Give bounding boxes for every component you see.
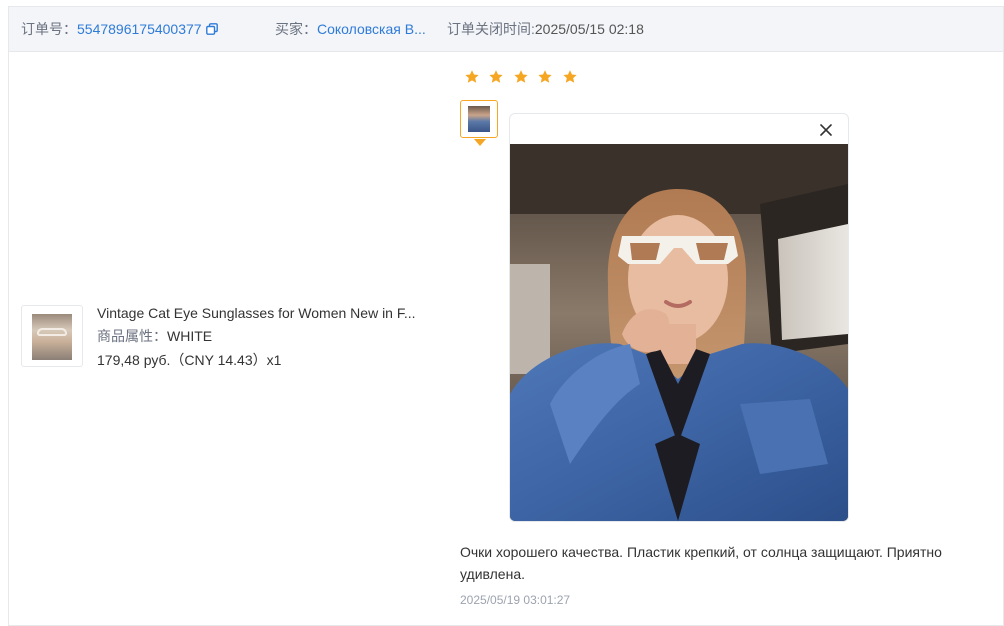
sunglasses-graphic (37, 328, 67, 336)
review-image-preview (509, 113, 849, 522)
product-price: 179,48 руб.（CNY 14.43）x1 (97, 352, 282, 368)
review-time: 2025/05/19 03:01:27 (460, 593, 571, 607)
review-text: Очки хорошего качества. Пластик крепкий,… (460, 544, 942, 582)
order-number[interactable]: 5547896175400377 (77, 21, 202, 37)
copy-icon[interactable] (205, 23, 218, 35)
product-attribute-value: WHITE (167, 328, 213, 344)
star-icon (537, 69, 553, 85)
product-title[interactable]: Vintage Cat Eye Sunglasses for Women New… (97, 305, 427, 322)
rating-stars (464, 69, 582, 85)
review-thumb-image (468, 106, 490, 132)
star-icon (464, 69, 480, 85)
product-attribute-label: 商品属性： (97, 328, 167, 344)
review-photo (510, 144, 848, 521)
closed-time-value: 2025/05/15 02:18 (534, 21, 644, 37)
product-attribute: 商品属性：WHITE (97, 328, 212, 345)
star-icon (513, 69, 529, 85)
star-icon (562, 69, 578, 85)
product-image (32, 314, 72, 360)
buyer-group: 买家：Соколовская В... (275, 21, 426, 38)
order-card: 订单号：5547896175400377 买家：Соколовская В...… (8, 6, 1004, 626)
buyer-label: 买家： (275, 21, 317, 37)
closed-time-group: 订单关闭时间:2025/05/15 02:18 (447, 21, 644, 38)
order-number-label: 订单号： (21, 21, 77, 37)
product-thumbnail[interactable] (21, 305, 83, 367)
thumbnail-selected-caret (474, 139, 486, 146)
star-icon (488, 69, 504, 85)
closed-time-label: 订单关闭时间: (447, 21, 535, 37)
product-info: Vintage Cat Eye Sunglasses for Women New… (21, 305, 441, 369)
review-image-thumbnail[interactable] (460, 100, 498, 138)
order-header: 订单号：5547896175400377 买家：Соколовская В...… (9, 7, 1003, 52)
order-number-group: 订单号：5547896175400377 (21, 21, 218, 38)
close-icon[interactable] (818, 122, 834, 138)
buyer-name-link[interactable]: Соколовская В... (317, 21, 426, 38)
